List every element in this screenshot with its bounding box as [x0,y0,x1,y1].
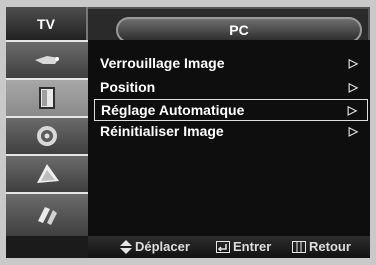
menu-item-position[interactable]: Position ▷ [94,76,368,98]
sound-icon [33,123,61,149]
updown-arrow-icon [120,240,132,254]
menu-item-verrouillage-image[interactable]: Verrouillage Image ▷ [94,52,368,74]
menu-icon [292,241,306,253]
menu-item-label: Réglage Automatique [101,102,245,118]
menu-item-reglage-automatique[interactable]: Réglage Automatique ▷ [94,99,368,121]
setup-icon [33,201,61,229]
tab-tv-label: TV [37,15,55,32]
arrow-right-icon: ▷ [348,124,358,138]
tab-pc-label: PC [229,22,249,38]
sidebar-footer [6,236,88,258]
footer-move: Déplacer [120,236,190,258]
sidebar-item-channel[interactable] [6,154,88,192]
menu-item-label: Verrouillage Image [100,55,225,71]
menu-item-reinitialiser-image[interactable]: Réinitialiser Image ▷ [94,120,368,142]
sidebar [6,40,88,236]
footer-move-label: Déplacer [135,239,190,254]
menu-item-label: Position [100,79,156,95]
footer-return: Retour [292,236,351,258]
footer-bar: Déplacer Entrer Retour [88,236,370,258]
enter-icon [216,241,230,253]
arrow-right-icon: ▷ [348,80,358,94]
sidebar-item-sound[interactable] [6,116,88,154]
screen: TV PC Verrouillage Image ▷ Position ▷ Ré… [0,0,376,265]
menu-item-label: Réinitialiser Image [100,123,224,139]
arrow-right-icon: ▷ [348,56,358,70]
sidebar-item-picture[interactable] [6,78,88,116]
footer-enter-label: Entrer [233,239,272,254]
sidebar-item-setup[interactable] [6,192,88,236]
tab-tv[interactable]: TV [6,7,88,40]
footer-return-label: Retour [309,239,351,254]
picture-icon [33,85,61,111]
arrow-right-icon: ▷ [347,103,357,117]
footer-enter: Entrer [216,236,271,258]
channel-icon [33,161,61,187]
input-icon [33,50,61,70]
sidebar-item-input[interactable] [6,40,88,78]
